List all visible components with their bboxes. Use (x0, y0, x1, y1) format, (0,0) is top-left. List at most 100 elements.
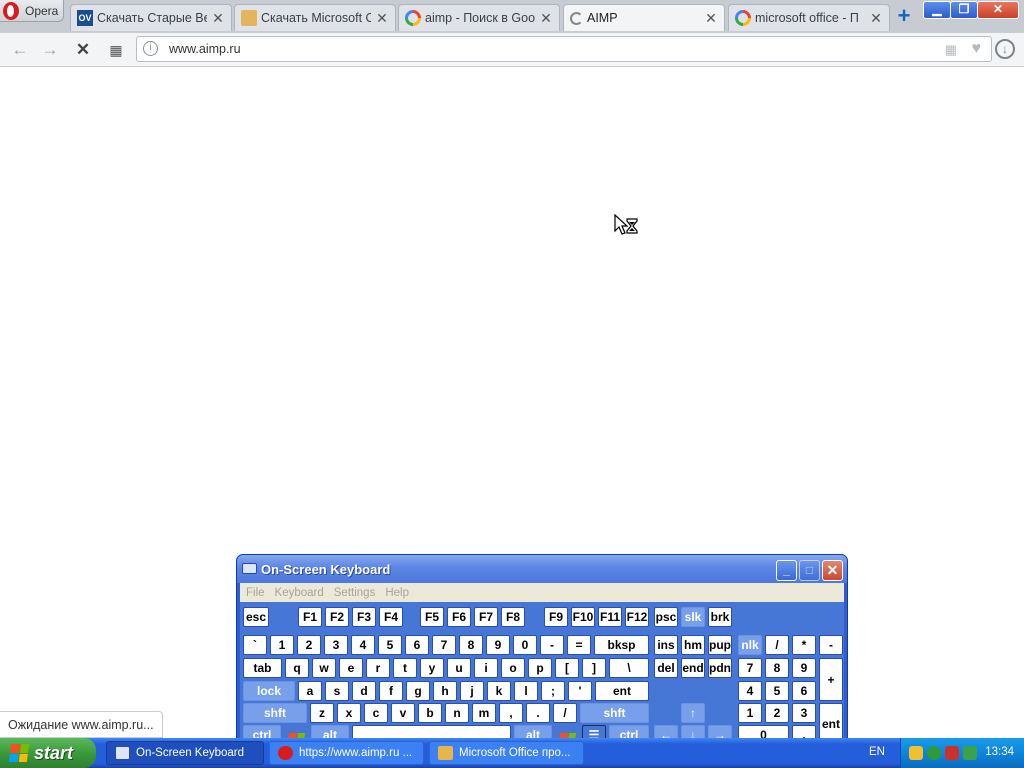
key-comma[interactable]: , (499, 703, 523, 723)
key-quote[interactable]: ' (568, 681, 592, 701)
osk-titlebar[interactable]: On-Screen Keyboard _ □ ✕ (237, 555, 847, 583)
key-ins[interactable]: ins (654, 635, 678, 655)
taskbar-item-opera[interactable]: https://www.aimp.ru ... (269, 741, 424, 765)
menu-keyboard[interactable]: Keyboard (275, 587, 324, 599)
key-f10[interactable]: F10 (571, 607, 595, 627)
key-esc[interactable]: esc (243, 607, 269, 627)
speed-dial-grid-icon[interactable]: ▦ (105, 40, 127, 60)
key-3[interactable]: 3 (324, 635, 348, 655)
tab-close-icon[interactable]: ✕ (375, 10, 389, 27)
key-6[interactable]: 6 (405, 635, 429, 655)
key-i[interactable]: i (474, 658, 498, 678)
key-o[interactable]: o (501, 658, 525, 678)
key-d[interactable]: d (352, 681, 376, 701)
key-num-8[interactable]: 8 (765, 658, 789, 678)
key-k[interactable]: k (487, 681, 511, 701)
key-num-6[interactable]: 6 (792, 681, 816, 701)
key-num-plus[interactable]: + (819, 658, 843, 701)
key-home[interactable]: hm (681, 635, 705, 655)
key-capslock[interactable]: lock (243, 681, 295, 701)
key-u[interactable]: u (447, 658, 471, 678)
key-shift-left[interactable]: shft (243, 703, 307, 723)
key-s[interactable]: s (325, 681, 349, 701)
key-num-7[interactable]: 7 (738, 658, 762, 678)
key-pageup[interactable]: pup (708, 635, 732, 655)
opera-menu-button[interactable]: Opera (0, 0, 64, 22)
key-f[interactable]: f (379, 681, 403, 701)
key-num-5[interactable]: 5 (765, 681, 789, 701)
key-f3[interactable]: F3 (352, 607, 376, 627)
new-tab-button[interactable]: + (893, 5, 915, 28)
key-b[interactable]: b (418, 703, 442, 723)
menu-settings[interactable]: Settings (334, 587, 376, 599)
tab-close-icon[interactable]: ✕ (211, 10, 225, 27)
tab-close-icon[interactable]: ✕ (704, 10, 718, 27)
key-num-minus[interactable]: - (819, 635, 843, 655)
menu-file[interactable]: File (246, 587, 265, 599)
key-backtick[interactable]: ` (243, 635, 267, 655)
close-window-button[interactable]: ✕ (977, 1, 1019, 19)
start-button[interactable]: start (0, 738, 96, 768)
key-num-1[interactable]: 1 (738, 703, 762, 723)
key-f6[interactable]: F6 (447, 607, 471, 627)
key-r[interactable]: r (366, 658, 390, 678)
key-j[interactable]: j (460, 681, 484, 701)
key-num-4[interactable]: 4 (738, 681, 762, 701)
key-backspace[interactable]: bksp (594, 635, 649, 655)
key-num-3[interactable]: 3 (792, 703, 816, 723)
tray-app-icon[interactable] (909, 746, 923, 760)
key-slash[interactable]: / (553, 703, 577, 723)
key-del[interactable]: del (654, 658, 678, 678)
key-equals[interactable]: = (567, 635, 591, 655)
forward-arrow-icon[interactable]: → (39, 40, 61, 60)
tab-2[interactable]: Скачать Microsoft O ✕ (234, 4, 396, 31)
stop-loading-icon[interactable]: ✕ (72, 40, 94, 60)
key-numlock[interactable]: nlk (738, 635, 762, 655)
shield-icon[interactable] (945, 746, 959, 760)
key-period[interactable]: . (526, 703, 550, 723)
tab-close-icon[interactable]: ✕ (539, 10, 553, 27)
key-0[interactable]: 0 (513, 635, 537, 655)
address-bar[interactable]: i www.aimp.ru ▦ ♥ (136, 36, 992, 62)
key-f4[interactable]: F4 (379, 607, 403, 627)
taskbar-item-office[interactable]: Microsoft Office про... (429, 741, 584, 765)
key-g[interactable]: g (406, 681, 430, 701)
bookmark-heart-icon[interactable]: ♥ (972, 40, 982, 58)
key-pagedown[interactable]: pdn (708, 658, 732, 678)
key-enter[interactable]: ent (595, 681, 649, 701)
clock[interactable]: 13:34 (985, 746, 1014, 758)
key-f11[interactable]: F11 (598, 607, 622, 627)
key-1[interactable]: 1 (270, 635, 294, 655)
url-text[interactable]: www.aimp.ru (169, 42, 241, 56)
tab-close-icon[interactable]: ✕ (869, 10, 883, 27)
key-2[interactable]: 2 (297, 635, 321, 655)
key-e[interactable]: e (339, 658, 363, 678)
key-backslash[interactable]: \ (609, 658, 649, 678)
key-m[interactable]: m (472, 703, 496, 723)
key-f1[interactable]: F1 (298, 607, 322, 627)
key-v[interactable]: v (391, 703, 415, 723)
key-h[interactable]: h (433, 681, 457, 701)
key-w[interactable]: w (312, 658, 336, 678)
key-f5[interactable]: F5 (420, 607, 444, 627)
language-indicator[interactable]: EN (869, 746, 885, 758)
key-f8[interactable]: F8 (501, 607, 525, 627)
key-5[interactable]: 5 (378, 635, 402, 655)
key-semicolon[interactable]: ; (541, 681, 565, 701)
tab-3[interactable]: aimp - Поиск в Goo ✕ (398, 4, 560, 31)
key-tab[interactable]: tab (243, 658, 282, 678)
key-f9[interactable]: F9 (544, 607, 568, 627)
key-end[interactable]: end (681, 658, 705, 678)
download-icon[interactable]: ↓ (995, 39, 1015, 59)
key-t[interactable]: t (393, 658, 417, 678)
key-n[interactable]: n (445, 703, 469, 723)
key-z[interactable]: z (310, 703, 334, 723)
osk-minimize-button[interactable]: _ (776, 560, 797, 581)
key-num-9[interactable]: 9 (792, 658, 816, 678)
key-8[interactable]: 8 (459, 635, 483, 655)
back-arrow-icon[interactable]: ← (9, 40, 31, 60)
key-l[interactable]: l (514, 681, 538, 701)
tab-5[interactable]: microsoft office - П ✕ (728, 4, 890, 31)
key-c[interactable]: c (364, 703, 388, 723)
key-num-multiply[interactable]: * (792, 635, 816, 655)
